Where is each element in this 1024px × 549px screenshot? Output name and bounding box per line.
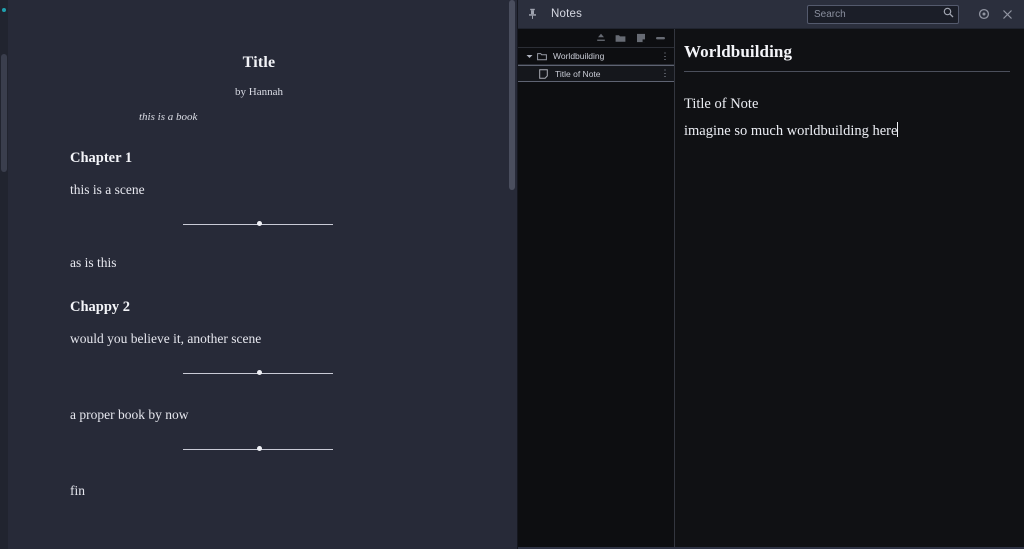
settings-button[interactable]	[975, 5, 993, 23]
manuscript-paragraph: this is a scene	[70, 182, 145, 197]
note-heading: Worldbuilding	[684, 42, 793, 61]
pin-icon[interactable]	[525, 6, 539, 22]
tree-item-menu-icon[interactable]: ⋮	[660, 51, 670, 61]
left-gutter	[0, 0, 8, 549]
manuscript-scrollbar[interactable]	[509, 0, 515, 549]
tree-item-label: Title of Note	[555, 68, 601, 79]
scene-break-divider	[8, 217, 510, 233]
import-icon[interactable]	[595, 33, 606, 44]
chapter-heading: Chappy 2	[70, 298, 131, 315]
scene-break-dot-icon	[257, 369, 262, 375]
scene-break-divider	[8, 442, 510, 458]
manuscript-paragraph: would you believe it, another scene	[70, 330, 262, 346]
note-text-line-1: Title of Note	[684, 96, 759, 112]
manuscript-paragraph: as is this	[70, 254, 117, 270]
manuscript-scroll-area[interactable]: Title by Hannah this is a book Chapter 1…	[8, 0, 510, 549]
notes-window-title: Notes	[551, 8, 583, 20]
close-button[interactable]	[998, 5, 1016, 23]
new-folder-icon[interactable]	[615, 33, 626, 44]
note-icon	[537, 68, 550, 79]
search-icon[interactable]	[943, 5, 954, 23]
note-text-line-2: imagine so much worldbuilding here	[684, 123, 898, 140]
manuscript-panel: Title by Hannah this is a book Chapter 1…	[0, 0, 518, 549]
notes-tree-toolbar	[518, 29, 674, 48]
more-options-icon[interactable]	[655, 33, 666, 44]
manuscript-paragraph: fin	[70, 482, 85, 498]
scene-break-dot-icon	[257, 445, 262, 451]
search-input[interactable]	[814, 8, 938, 20]
manuscript-tagline: this is a book	[139, 111, 198, 123]
manuscript-title: Title	[242, 54, 276, 71]
chapter-heading: Chapter 1	[70, 150, 133, 166]
manuscript-scrollbar-thumb[interactable]	[509, 0, 515, 190]
scene-break-dot-icon	[257, 220, 262, 226]
accent-indicator-icon	[2, 8, 6, 12]
left-gutter-scrollbar-thumb[interactable]	[1, 54, 7, 172]
tree-item-menu-icon[interactable]: ⋮	[660, 69, 670, 78]
app-root: Title by Hannah this is a book Chapter 1…	[0, 0, 1024, 549]
tree-item-label: Worldbuilding	[553, 51, 605, 61]
note-heading-divider	[684, 71, 1010, 72]
manuscript-byline: by Hannah	[235, 86, 283, 98]
search-box[interactable]	[807, 4, 959, 24]
notes-tree-pane: Worldbuilding ⋮ Title of Note ⋮	[518, 29, 675, 547]
scene-break-divider	[8, 366, 510, 382]
tree-item-worldbuilding[interactable]: Worldbuilding ⋮	[518, 48, 674, 65]
notes-header: Notes	[518, 0, 1024, 29]
tree-empty-area[interactable]	[518, 82, 674, 547]
manuscript-document[interactable]: Title by Hannah this is a book Chapter 1…	[8, 54, 510, 499]
chevron-down-icon[interactable]	[523, 54, 535, 59]
folder-icon	[535, 52, 548, 61]
manuscript-paragraph: a proper book by now	[70, 406, 189, 422]
note-text-line-2-wrap[interactable]: imagine so much worldbuilding here	[684, 122, 899, 140]
tree-item-title-of-note[interactable]: Title of Note ⋮	[518, 65, 674, 82]
notes-body: Worldbuilding ⋮ Title of Note ⋮ Worldbui…	[518, 29, 1024, 547]
new-note-icon[interactable]	[635, 33, 646, 44]
text-cursor	[897, 122, 899, 138]
note-content-pane[interactable]: Worldbuilding Title of Note imagine so m…	[675, 29, 1024, 547]
notes-window: Notes Search Worldbuilding ⋮ Title of No…	[518, 0, 1024, 549]
